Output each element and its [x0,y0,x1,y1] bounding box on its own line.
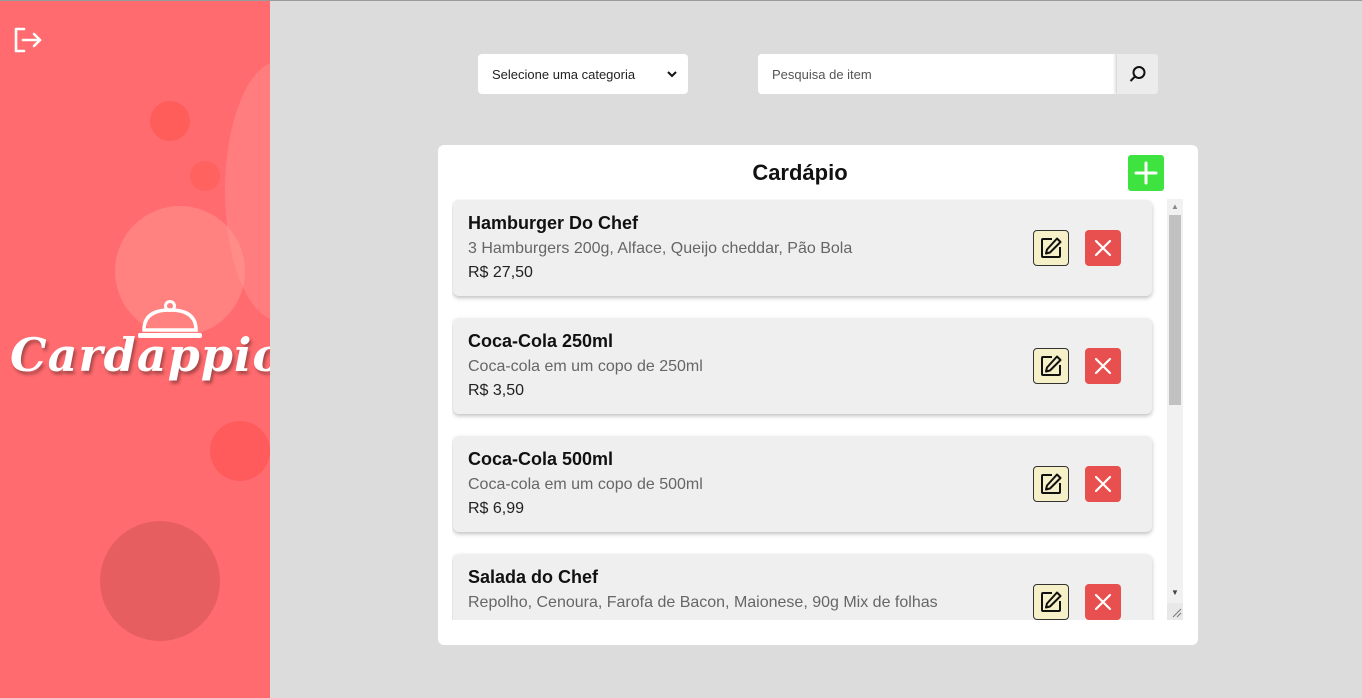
logo-text: Cardappio [10,328,270,382]
item-name: Coca-Cola 250ml [468,331,614,351]
menu-item: Hamburger Do Chef 3 Hamburgers 200g, Alf… [453,200,1152,296]
item-description: Repolho, Cenoura, Farofa de Bacon, Maion… [468,594,938,611]
logout-button[interactable] [10,23,44,57]
edit-icon [1041,355,1062,376]
item-price: R$ 3,50 [468,382,525,399]
item-name: Salada do Chef [468,567,599,587]
edit-icon [1041,473,1062,494]
delete-item-button[interactable] [1085,230,1121,266]
plus-icon [1134,161,1158,185]
menu-item: Coca-Cola 250ml Coca-cola em um copo de … [453,318,1152,414]
menu-item-list[interactable]: Hamburger Do Chef 3 Hamburgers 200g, Alf… [452,199,1183,620]
menu-item: Salada do Chef Repolho, Cenoura, Farofa … [453,554,1152,620]
app-logo: Cardappio [0,296,270,406]
scroll-up-arrow[interactable]: ▲ [1167,199,1183,213]
close-icon [1094,239,1112,257]
item-name: Hamburger Do Chef [468,213,639,233]
close-icon [1094,475,1112,493]
item-name: Coca-Cola 500ml [468,449,614,469]
decorative-fruit [100,521,220,641]
menu-item: Coca-Cola 500ml Coca-cola em um copo de … [453,436,1152,532]
edit-item-button[interactable] [1033,466,1069,502]
edit-item-button[interactable] [1033,584,1069,620]
search-icon [1129,66,1145,82]
scrollbar[interactable]: ▲ ▼ [1167,199,1183,620]
delete-item-button[interactable] [1085,584,1121,620]
delete-item-button[interactable] [1085,348,1121,384]
item-price: R$ 6,99 [468,500,525,517]
item-description: Coca-cola em um copo de 500ml [468,476,703,493]
edit-item-button[interactable] [1033,348,1069,384]
resize-grip-icon[interactable] [1167,603,1183,620]
scroll-down-arrow[interactable]: ▼ [1167,585,1183,599]
item-description: Coca-cola em um copo de 250ml [468,358,703,375]
item-description: 3 Hamburgers 200g, Alface, Queijo chedda… [468,240,853,257]
search-button[interactable] [1116,54,1158,94]
scrollbar-thumb[interactable] [1169,215,1181,405]
close-icon [1094,357,1112,375]
edit-icon [1041,237,1062,258]
category-select[interactable]: Selecione uma categoria [478,54,688,94]
decorative-fruit [210,421,270,481]
search-input[interactable] [758,54,1116,94]
search-bar [758,54,1158,94]
edit-icon [1041,591,1062,612]
add-item-button[interactable] [1128,155,1164,191]
close-icon [1094,593,1112,611]
menu-panel: Cardápio Hamburger Do Chef 3 Hamburgers … [438,145,1198,645]
edit-item-button[interactable] [1033,230,1069,266]
sidebar: Cardappio [0,1,270,698]
category-select-value: Selecione uma categoria [492,66,636,82]
page-title: Cardápio [752,160,848,185]
decorative-fruit [190,161,220,191]
item-price: R$ 27,50 [468,264,533,281]
delete-item-button[interactable] [1085,466,1121,502]
decorative-fruit [150,101,190,141]
chevron-down-icon [667,71,677,78]
logout-icon [14,27,42,53]
